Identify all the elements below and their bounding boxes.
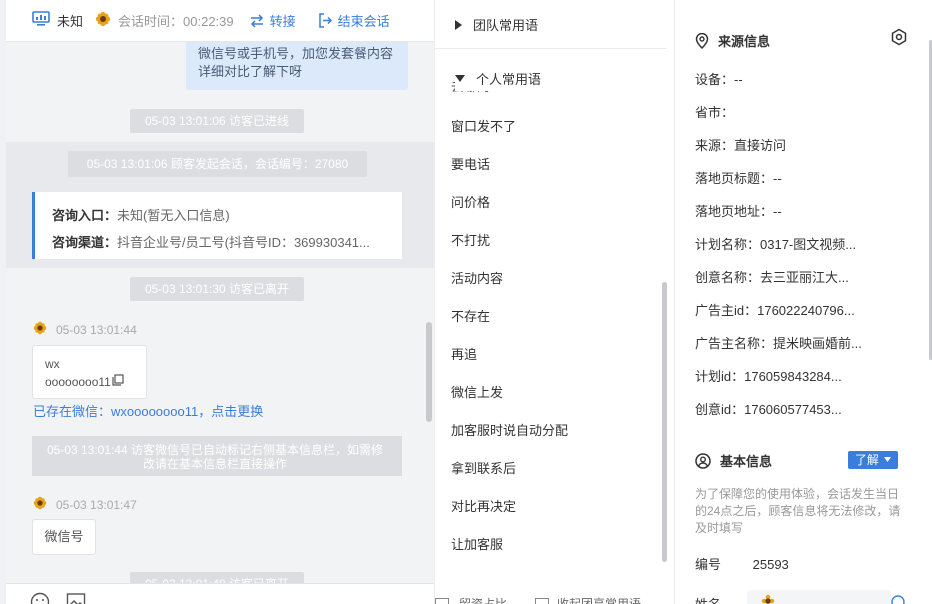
phrase-item[interactable]: 问价格	[451, 192, 490, 211]
visitor-message-bubble: 微信号	[32, 519, 96, 555]
phrases-scrollbar[interactable]	[662, 282, 667, 562]
caret-right-icon	[455, 19, 462, 30]
checkbox-icon[interactable]	[435, 598, 449, 604]
consult-info-card: 咨询入口：未知(暂无入口信息) 咨询渠道：抖音企业号/员工号(抖音号ID：369…	[32, 192, 402, 259]
visitor-avatar-icon	[761, 594, 775, 604]
chat-toolbar	[6, 583, 434, 604]
phrase-item[interactable]: 微信上发	[451, 382, 503, 401]
consult-entry-value: 未知(暂无入口信息)	[117, 208, 230, 223]
auto-mark-notice: 05-03 13:01:44 访客微信号已自动标记右侧基本信息栏，如需修改请在基…	[32, 436, 402, 476]
transfer-button[interactable]: 转接	[249, 11, 296, 30]
source-info-row: 计划id：176059843284...	[695, 369, 842, 384]
section-divider	[435, 48, 667, 49]
customer-name-field[interactable]	[747, 590, 891, 604]
know-dropdown-button[interactable]: 了解	[848, 451, 898, 469]
chat-scrollbar[interactable]	[426, 322, 432, 422]
visitor-message-bubble: wx oooooooo11	[32, 345, 147, 399]
footer-left-label: 留资占比	[459, 597, 508, 604]
customer-name-label: 姓名	[695, 594, 721, 604]
session-time: 会话时间：00:22:39	[118, 14, 234, 29]
phrase-item[interactable]: 要电话	[451, 154, 490, 173]
phrase-item[interactable]: 加客服时说自动分配	[451, 420, 568, 439]
visitor-message-meta: 05-03 13:01:47	[33, 496, 137, 513]
location-icon	[695, 32, 709, 49]
end-session-label: 结束会话	[337, 14, 390, 29]
know-label: 了解	[854, 453, 879, 467]
phrases-panel: 团队常用语 去哪的 个人常用语 窗口发不了要电话问价格不打扰活动内容不存在再追微…	[434, 0, 674, 604]
transfer-label: 转接	[269, 14, 296, 29]
team-phrases-toggle[interactable]: 团队常用语	[455, 15, 538, 34]
event-visitor-left: 05-03 13:01:30 访客已离开	[130, 277, 304, 301]
end-session-button[interactable]: 结束会话	[318, 11, 390, 30]
source-info-row: 广告主名称：提米映画婚前...	[695, 336, 862, 351]
source-info-row: 设备：--	[695, 72, 743, 87]
copy-icon[interactable]	[112, 373, 124, 391]
customer-id-value: 25593	[752, 557, 789, 572]
chat-header: 未知 会话时间：00:22:39 转接 结束会话	[6, 0, 434, 42]
message-line: wx	[45, 357, 60, 371]
info-panel: 来源信息 设备：-- 省市： 来源：直接访问 落地页标题：-- 落地页地址：-- 计划名称…	[674, 0, 932, 604]
source-info-row: 计划名称：0317-图文视频...	[695, 237, 857, 252]
consult-entry-label: 咨询入口：	[52, 208, 118, 223]
exit-icon	[318, 13, 332, 28]
personal-phrases-toggle[interactable]: 个人常用语	[455, 69, 655, 91]
personal-phrases-title: 个人常用语	[476, 72, 542, 87]
basic-info-header: 基本信息	[695, 451, 772, 470]
wechat-exists-link[interactable]: 已存在微信：wxoooooooo11，点击更换	[33, 401, 263, 420]
user-circle-icon	[695, 452, 711, 469]
phrase-item[interactable]: 不存在	[451, 306, 490, 325]
visitor-name: 未知	[57, 14, 84, 29]
consult-channel-label: 咨询渠道：	[52, 235, 118, 250]
event-session-started: 05-03 13:01:06 顾客发起会话，会话编号：27080	[68, 151, 367, 177]
agent-message-bubble: 微信号或手机号，加您发套餐内容详细对比了解下呀	[186, 40, 408, 90]
visitor-avatar-icon	[33, 496, 47, 513]
source-info-title: 来源信息	[718, 34, 771, 49]
message-line: oooooooo11	[45, 375, 111, 389]
source-info-row: 落地页标题：--	[695, 171, 782, 186]
phrase-item[interactable]: 不打扰	[451, 230, 490, 249]
chat-panel: 未知 会话时间：00:22:39 转接 结束会话 微信号或手机号，加您发套餐内容…	[6, 0, 434, 604]
team-phrases-title: 团队常用语	[473, 18, 539, 33]
message-time: 05-03 13:01:47	[56, 497, 137, 512]
image-icon[interactable]	[66, 592, 86, 604]
caret-down-icon	[884, 457, 892, 462]
phrase-item[interactable]: 让加客服	[451, 534, 503, 553]
phrase-item[interactable]: 对比再决定	[451, 496, 516, 515]
source-info-row: 创意名称：去三亚丽江大...	[695, 270, 849, 285]
visitor-avatar-icon	[33, 321, 47, 338]
source-info-row: 广告主id：176022240796...	[695, 303, 855, 318]
message-time: 05-03 13:01:44	[56, 322, 137, 337]
basic-info-title: 基本信息	[720, 454, 773, 469]
monitor-icon	[32, 11, 50, 30]
customer-id-row: 编号 25593	[695, 554, 789, 573]
emoji-icon[interactable]	[30, 592, 50, 604]
edit-icon[interactable]	[891, 595, 905, 604]
settings-icon[interactable]	[890, 28, 908, 49]
visitor-message-meta: 05-03 13:01:44	[33, 321, 137, 338]
basic-info-description: 为了保障您的使用体验，会话发生当日的24点之后，顾客信息将无法修改，请及时填写	[695, 487, 901, 535]
event-visitor-entered: 05-03 13:01:06 访客已进线	[130, 109, 304, 133]
phrase-item[interactable]: 拿到联系后	[451, 458, 516, 477]
phrase-item[interactable]: 活动内容	[451, 268, 503, 287]
visitor-avatar-icon	[95, 11, 111, 30]
phrase-item[interactable]: 再追	[451, 344, 477, 363]
source-info-row: 落地页地址：--	[695, 204, 782, 219]
consult-channel-value: 抖音企业号/员工号(抖音号ID：369930341...	[117, 235, 370, 250]
source-info-row: 来源：直接访问	[695, 138, 787, 153]
phrase-item[interactable]: 窗口发不了	[451, 116, 516, 135]
customer-id-label: 编号	[695, 557, 722, 572]
footer-right-label[interactable]: 收起团享常用语	[557, 595, 641, 604]
source-info-header: 来源信息	[695, 31, 770, 50]
source-info-row: 创意id：176060577453...	[695, 402, 842, 417]
caret-down-icon	[455, 75, 465, 82]
source-info-row: 省市：	[695, 105, 735, 120]
checkbox-icon[interactable]	[535, 598, 549, 604]
transfer-icon	[250, 13, 263, 28]
